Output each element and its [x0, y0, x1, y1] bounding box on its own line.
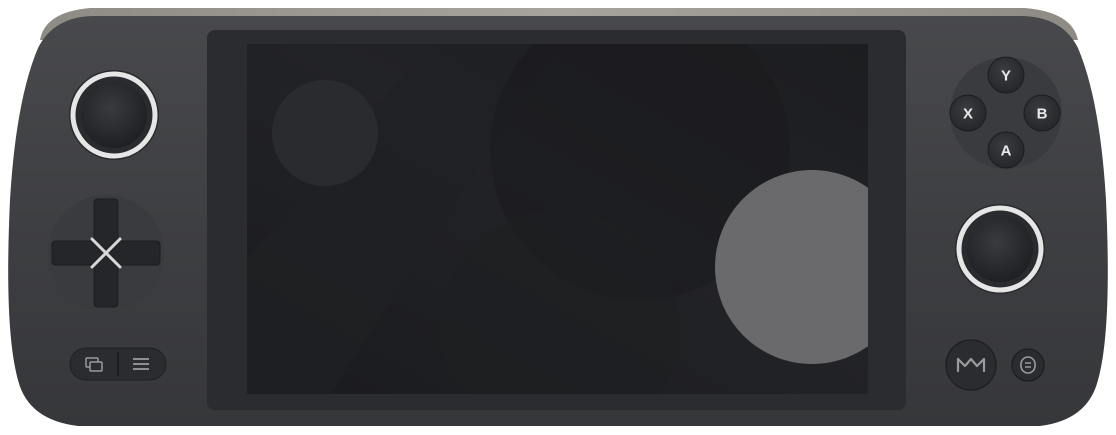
b-button[interactable]: B — [1023, 94, 1061, 132]
screen-circle-small — [272, 80, 378, 186]
b-button-label: B — [1037, 106, 1048, 123]
analog-stick-icon — [81, 82, 147, 148]
console-illustration: Y X B A — [8, 8, 1108, 426]
view-menu-buttons — [69, 347, 167, 381]
y-button-label: Y — [1001, 68, 1011, 85]
analog-stick-icon — [967, 216, 1033, 282]
handheld-console: Y X B A — [0, 0, 1116, 435]
x-button[interactable]: X — [949, 94, 987, 132]
a-button-label: A — [1001, 143, 1012, 160]
y-button[interactable]: Y — [987, 56, 1025, 94]
extra-button[interactable] — [1011, 348, 1045, 382]
left-analog-stick[interactable] — [69, 70, 159, 160]
display-screen — [247, 44, 868, 394]
x-button-label: X — [963, 106, 973, 123]
right-analog-stick[interactable] — [955, 204, 1045, 294]
dpad[interactable] — [48, 195, 164, 311]
a-button[interactable]: A — [987, 131, 1025, 169]
face-button-cluster: Y X B A — [949, 56, 1062, 169]
brand-button[interactable] — [945, 339, 997, 391]
